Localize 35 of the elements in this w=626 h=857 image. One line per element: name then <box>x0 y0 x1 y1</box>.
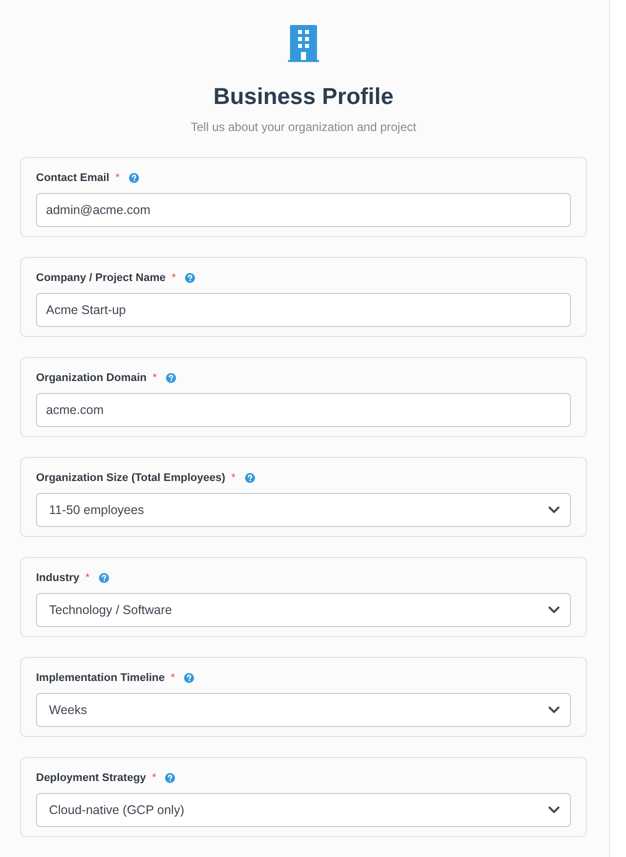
dropdown-select[interactable]: Cloud-native (GCP only) <box>36 793 571 827</box>
required-asterisk: * <box>152 371 157 385</box>
field-label: Contact Email <box>36 171 110 185</box>
chevron-down-icon <box>548 606 560 614</box>
field-label: Organization Size (Total Employees) <box>36 471 226 485</box>
text-input[interactable]: Acme Start-up <box>36 293 571 327</box>
required-asterisk: * <box>115 171 120 185</box>
field-label: Implementation Timeline <box>36 671 165 685</box>
required-asterisk: * <box>85 571 90 585</box>
text-input[interactable]: acme.com <box>36 393 571 427</box>
help-icon[interactable] <box>98 573 109 583</box>
required-asterisk: * <box>170 671 176 685</box>
help-icon[interactable] <box>184 673 194 683</box>
help-icon[interactable] <box>184 273 195 283</box>
page-subtitle: Tell us about your organization and project <box>190 119 416 135</box>
field-label: Company / Project Name <box>36 271 166 285</box>
text-input[interactable]: admin@acme.com <box>36 193 571 227</box>
dropdown-select[interactable]: Technology / Software <box>36 593 571 627</box>
required-asterisk: * <box>152 771 156 785</box>
chevron-down-icon <box>548 506 560 514</box>
required-asterisk: * <box>231 471 236 485</box>
field-label: Industry <box>36 571 80 585</box>
field-label: Organization Domain <box>36 371 147 385</box>
chevron-down-icon <box>548 806 560 814</box>
help-icon[interactable] <box>166 373 176 383</box>
dropdown-select[interactable]: 11-50 employees <box>36 493 571 527</box>
page-title: Business Profile <box>213 82 394 110</box>
chevron-down-icon <box>548 706 560 714</box>
required-asterisk: * <box>172 271 176 285</box>
help-icon[interactable] <box>165 773 176 783</box>
building-icon <box>288 25 319 62</box>
help-icon[interactable] <box>244 473 255 483</box>
dropdown-select[interactable]: Weeks <box>36 693 571 727</box>
help-icon[interactable] <box>128 173 139 183</box>
field-label: Deployment Strategy <box>36 771 146 785</box>
